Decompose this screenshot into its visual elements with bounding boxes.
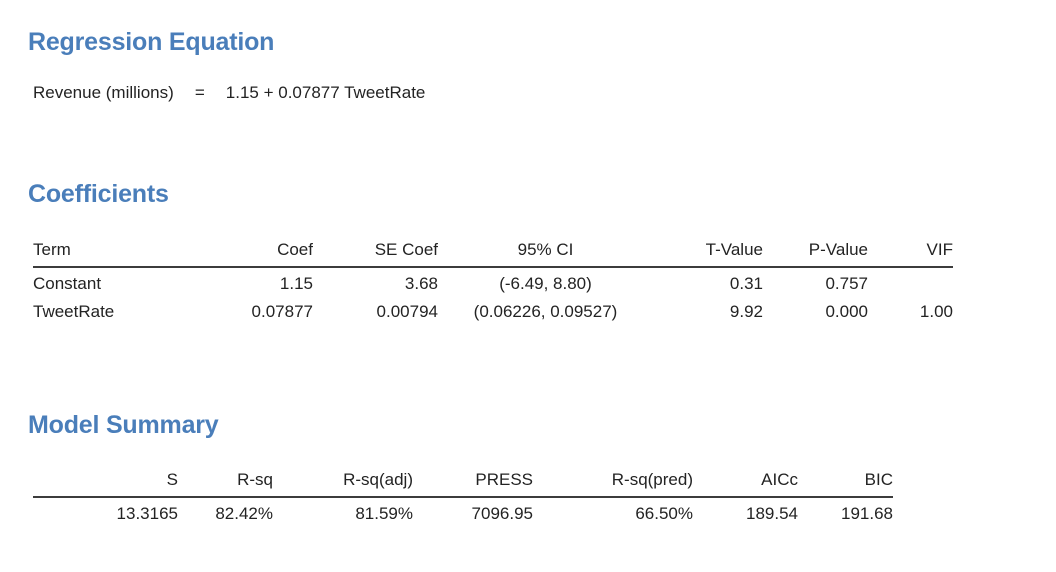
cell-r-sq-pred: 66.50% — [635, 503, 693, 523]
regression-equation-line: Revenue (millions) = 1.15 + 0.07877 Twee… — [33, 83, 425, 103]
cell-t-value: 9.92 — [729, 302, 763, 322]
cell-r-sq-adj: 81.59% — [355, 503, 413, 523]
cell-p-value: 0.000 — [825, 302, 868, 322]
table-row: 13.3165 82.42% 81.59% 7096.95 66.50% 189… — [33, 497, 893, 529]
cell-95-ci: (-6.49, 8.80) — [499, 273, 592, 293]
column-header-r-sq: R-sq — [178, 466, 273, 498]
cell-term: Constant — [33, 273, 102, 293]
cell-term: TweetRate — [33, 302, 115, 322]
column-header-vif: VIF — [868, 236, 953, 268]
column-header-r-sq-adj: R-sq(adj) — [273, 466, 413, 498]
cell-coef: 1.15 — [279, 273, 313, 293]
section-heading-model-summary: Model Summary — [28, 411, 219, 439]
cell-95-ci: (0.06226, 0.09527) — [473, 302, 618, 322]
column-header-coef: Coef — [208, 236, 313, 268]
cell-t-value: 0.31 — [729, 273, 763, 293]
table-row: TweetRate 0.07877 0.00794 (0.06226, 0.09… — [33, 298, 953, 327]
cell-se-coef: 3.68 — [404, 273, 438, 293]
column-header-se-coef: SE Coef — [313, 236, 438, 268]
column-header-95-ci: 95% CI — [438, 236, 653, 268]
column-header-t-value: T-Value — [653, 236, 763, 268]
regression-output-page: Regression Equation Revenue (millions) =… — [0, 0, 1056, 572]
table-row: Constant 1.15 3.68 (-6.49, 8.80) 0.31 0.… — [33, 267, 953, 299]
model-summary-table: S R-sq R-sq(adj) PRESS R-sq(pred) AICc B… — [33, 466, 893, 528]
cell-press: 7096.95 — [471, 503, 533, 523]
section-heading-coefficients: Coefficients — [28, 180, 169, 208]
column-header-s: S — [33, 466, 178, 498]
cell-p-value: 0.757 — [825, 273, 868, 293]
equation-expression: 1.15 + 0.07877 TweetRate — [225, 83, 426, 102]
cell-aicc: 189.54 — [746, 503, 798, 523]
equation-response-variable: Revenue (millions) — [33, 83, 174, 102]
cell-vif — [868, 267, 953, 299]
coefficients-table: Term Coef SE Coef 95% CI T-Value P-Value… — [33, 236, 953, 327]
cell-s: 13.3165 — [116, 503, 178, 523]
cell-bic: 191.68 — [841, 503, 893, 523]
column-header-p-value: P-Value — [763, 236, 868, 268]
cell-vif: 1.00 — [919, 302, 953, 322]
column-header-term: Term — [33, 236, 208, 268]
cell-coef: 0.07877 — [251, 302, 313, 322]
column-header-bic: BIC — [798, 466, 893, 498]
model-summary-header-row: S R-sq R-sq(adj) PRESS R-sq(pred) AICc B… — [33, 466, 893, 498]
column-header-press: PRESS — [413, 466, 533, 498]
equation-equals-sign: = — [194, 83, 205, 102]
cell-se-coef: 0.00794 — [376, 302, 438, 322]
cell-r-sq: 82.42% — [215, 503, 273, 523]
section-heading-regression-equation: Regression Equation — [28, 28, 275, 56]
column-header-r-sq-pred: R-sq(pred) — [533, 466, 693, 498]
column-header-aicc: AICc — [693, 466, 798, 498]
coefficients-header-row: Term Coef SE Coef 95% CI T-Value P-Value… — [33, 236, 953, 268]
